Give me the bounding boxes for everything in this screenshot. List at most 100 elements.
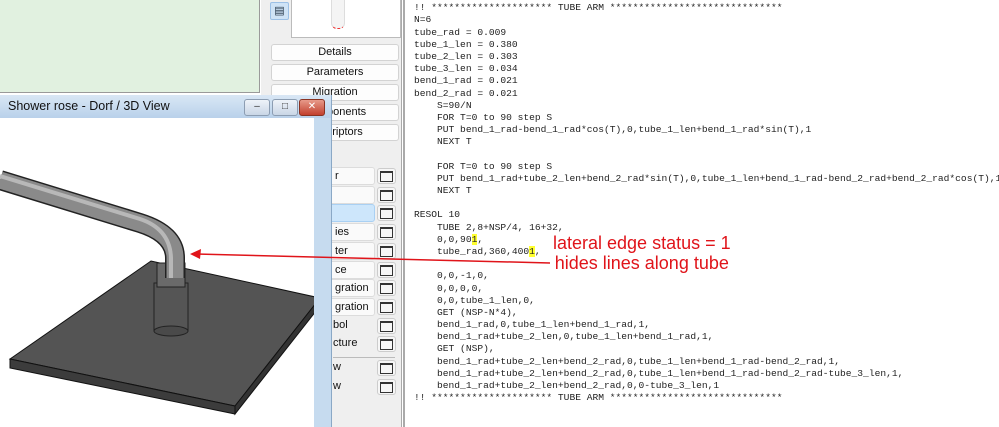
- 3d-view-canvas[interactable]: [0, 118, 314, 427]
- window-open-icon[interactable]: [377, 336, 396, 353]
- maximize-button[interactable]: □: [272, 99, 298, 116]
- code-text-segment: 0,0,0,0,: [414, 282, 484, 294]
- code-line: tube_rad = 0.009: [414, 27, 999, 39]
- code-line: 0,0,0,0,: [414, 283, 999, 295]
- code-text-segment: FOR T=0 to 90 step S: [414, 111, 553, 123]
- code-line: TUBE 2,8+NSP/4, 16+32,: [414, 222, 999, 234]
- code-line: NEXT T: [414, 185, 999, 197]
- code-text-segment: tube_1_len = 0.380: [414, 38, 518, 50]
- code-text-segment: S=90/N: [414, 99, 472, 111]
- window-open-icon[interactable]: [377, 280, 396, 297]
- window-open-icon[interactable]: [377, 168, 396, 184]
- code-line: !! ********************* TUBE ARM ******…: [414, 392, 999, 404]
- 3d-model: [0, 170, 314, 416]
- code-text-segment: GET (NSP-N*4),: [414, 306, 518, 318]
- window-open-icon[interactable]: [377, 317, 396, 334]
- panel-list-item[interactable]: bol: [333, 319, 348, 331]
- code-line: N=6: [414, 14, 999, 26]
- window-open-icon[interactable]: [377, 298, 396, 315]
- code-line: FOR T=0 to 90 step S: [414, 161, 999, 173]
- code-text-segment: TUBE 2,8+NSP/4, 16+32,: [414, 221, 564, 233]
- code-line: FOR T=0 to 90 step S: [414, 112, 999, 124]
- code-text-segment: bend_1_rad,0,tube_1_len+bend_1_rad,1,: [414, 319, 651, 331]
- code-text-segment: tube_2_len = 0.303: [414, 50, 518, 62]
- 3d-view-window: Shower rose - Dorf / 3D View – □ ✕: [0, 95, 332, 427]
- window-open-icon[interactable]: [377, 360, 396, 376]
- annotation-line-2: hides lines along tube: [554, 253, 729, 273]
- close-button[interactable]: ✕: [299, 99, 325, 116]
- code-text-segment: NEXT T: [414, 136, 472, 148]
- code-text-segment: 0,0,tube_1_len,0,: [414, 294, 535, 306]
- panel-list-item[interactable]: cture: [333, 337, 357, 349]
- window-open-icon[interactable]: [377, 378, 396, 395]
- list-item-label: ce: [335, 263, 347, 276]
- fitting-bottom: [153, 325, 189, 337]
- window-open-icon[interactable]: [377, 205, 396, 222]
- code-line: bend_1_rad+tube_2_len+bend_2_rad,0,tube_…: [414, 368, 999, 380]
- code-text-segment: RESOL 10: [414, 209, 461, 221]
- code-text-segment: ,: [534, 245, 541, 257]
- code-line: tube_3_len = 0.034: [414, 63, 999, 75]
- code-line: tube_2_len = 0.303: [414, 51, 999, 63]
- panel-button-details[interactable]: Details: [271, 44, 399, 61]
- fitting: [153, 282, 189, 332]
- code-text-segment: 0,0,-1,0,: [414, 270, 489, 282]
- code-text-segment: N=6: [414, 14, 432, 26]
- code-line: tube_1_len = 0.380: [414, 39, 999, 51]
- panel-list-item[interactable]: w: [333, 361, 341, 373]
- code-text-segment: bend_2_rad = 0.021: [414, 87, 518, 99]
- preview-shape: [331, 0, 345, 29]
- code-line: bend_2_rad = 0.021: [414, 88, 999, 100]
- code-text-segment: !! ********************* TUBE ARM ******…: [414, 392, 783, 404]
- minimize-button[interactable]: –: [244, 99, 270, 116]
- code-text-segment: NEXT T: [414, 185, 472, 196]
- window-open-icon[interactable]: [377, 186, 396, 203]
- code-text-segment: 0,0,90: [414, 233, 472, 245]
- code-text-segment: PUT bend_1_rad-bend_1_rad*cos(T),0,tube_…: [414, 124, 812, 136]
- list-item-label: ies: [335, 226, 350, 239]
- code-line: S=90/N: [414, 100, 999, 112]
- code-line: !! ********************* TUBE ARM ******…: [414, 2, 999, 14]
- code-text-segment: ROTZ 90: [414, 0, 506, 1]
- panel-list-item[interactable]: w: [333, 380, 341, 392]
- code-line: GET (NSP),: [414, 343, 999, 355]
- window-open-icon[interactable]: [377, 224, 396, 241]
- code-text[interactable]: ROTZ 90!! ********************* TUBE ARM…: [414, 0, 999, 404]
- code-line: bend_1_rad+tube_2_len,0,tube_1_len+bend_…: [414, 331, 999, 343]
- code-text-segment: FOR T=0 to 90 step S: [414, 160, 553, 172]
- code-line: GET (NSP-N*4),: [414, 307, 999, 319]
- list-item-label: gration: [335, 282, 369, 295]
- code-line: RESOL 10: [414, 209, 999, 221]
- panel-button-parameters[interactable]: Parameters: [271, 64, 399, 81]
- code-text-segment: tube_rad = 0.009: [414, 26, 507, 38]
- code-line: bend_1_rad,0,tube_1_len+bend_1_rad,1,: [414, 319, 999, 331]
- code-line: 0,0,tube_1_len,0,: [414, 295, 999, 307]
- code-text-segment: PUT bend_1_rad+tube_2_len+bend_2_rad*sin…: [414, 172, 999, 184]
- code-text-segment: tube_3_len = 0.034: [414, 63, 518, 75]
- code-line: bend_1_rad = 0.021: [414, 75, 999, 87]
- code-line: bend_1_rad+tube_2_len+bend_2_rad,0,tube_…: [414, 356, 999, 368]
- code-text-segment: GET (NSP),: [414, 343, 495, 355]
- window-titlebar[interactable]: Shower rose - Dorf / 3D View – □ ✕: [0, 95, 331, 118]
- preview-icon[interactable]: ▤: [270, 2, 289, 20]
- list-item-label: ter: [335, 244, 348, 257]
- code-text-segment: bend_1_rad+tube_2_len+bend_2_rad,0,tube_…: [414, 355, 841, 367]
- gdl-script-editor[interactable]: ROTZ 90!! ********************* TUBE ARM…: [403, 0, 999, 427]
- panel-divider: [333, 357, 395, 358]
- window-open-icon[interactable]: [377, 242, 396, 259]
- code-line: PUT bend_1_rad+tube_2_len+bend_2_rad*sin…: [414, 173, 999, 185]
- annotation-line-1: lateral edge status = 1: [553, 233, 731, 253]
- preview-box: [291, 0, 401, 38]
- list-item-label: gration: [335, 300, 369, 313]
- list-item-label: r: [335, 170, 339, 182]
- code-text-segment: ,: [477, 233, 484, 245]
- code-text-segment: tube_rad,360,400: [414, 245, 530, 257]
- code-text-segment: bend_1_rad = 0.021: [414, 75, 518, 87]
- code-line: bend_1_rad+tube_2_len+bend_2_rad,0,0-tub…: [414, 380, 999, 392]
- code-text-segment: bend_1_rad+tube_2_len+bend_2_rad,0,0-tub…: [414, 380, 720, 391]
- window-open-icon[interactable]: [377, 261, 396, 278]
- plan-view-area[interactable]: [0, 0, 260, 93]
- code-line: PUT bend_1_rad-bend_1_rad*cos(T),0,tube_…: [414, 124, 999, 136]
